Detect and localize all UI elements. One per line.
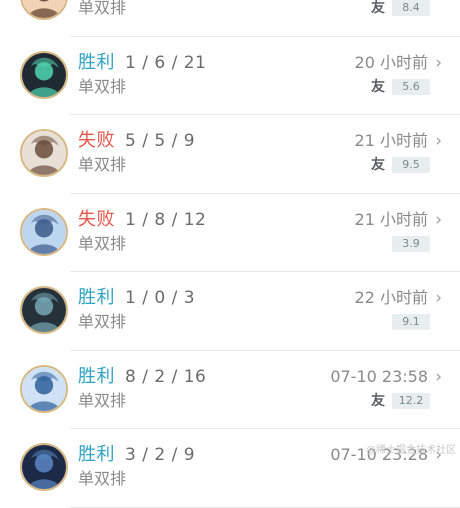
chevron-right-icon[interactable]: › [435,210,442,230]
friend-icon: 友 [371,392,385,409]
match-history-list: 单双排 › 友 8.4 胜利 1 / 6 / 21 单双排 20 小时前 › 友 5.6 失败 5 / … [0,0,460,508]
kda-text: 1 / 0 / 3 [125,288,196,308]
watermark: @稀土掘金技术社区 [366,445,456,456]
match-time: 21 小时前 [354,209,428,229]
champion-avatar-icon [20,0,68,20]
kda-text: 8 / 2 / 16 [125,366,207,387]
champion-avatar-icon [20,207,68,256]
queue-mode-label: 单双排 [78,0,127,17]
kda-text: 1 / 6 / 21 [125,52,207,73]
match-result-label: 失败 [78,130,115,151]
match-result-label: 胜利 [78,51,115,73]
match-row[interactable]: 胜利 1 / 0 / 3 单双排 22 小时前 › 9.1 [0,272,460,351]
match-time: 20 小时前 [354,52,428,72]
score-badge: 3.9 [392,235,430,252]
kda-text: 5 / 5 / 9 [125,131,196,151]
match-row[interactable]: 单双排›友8.4 [0,0,460,37]
queue-mode-label: 单双排 [78,312,127,331]
champion-avatar-icon [20,50,68,99]
champion-avatar-icon [20,364,68,413]
match-row[interactable]: 失败 1 / 8 / 12 单双排 21 小时前 › 3.9 [0,194,460,273]
score-badge: 9.1 [392,314,430,330]
chevron-right-icon[interactable]: › [435,367,442,387]
chevron-right-icon[interactable]: › [435,53,442,73]
score-badge: 5.6 [392,78,430,95]
match-time: 07-10 23:58 [330,366,428,386]
match-row[interactable]: 胜利 1 / 6 / 21 单双排 20 小时前 › 友 5.6 [0,37,460,116]
friend-icon: 友 [371,78,385,95]
match-time: 21 小时前 [354,131,428,150]
kda-text: 3 / 2 / 9 [125,445,196,465]
friend-icon: 友 [371,0,385,16]
score-badge: 9.5 [392,157,430,173]
kda-text: 1 / 8 / 12 [125,209,207,230]
queue-mode-label: 单双排 [78,233,127,253]
match-result-label: 胜利 [78,444,115,465]
match-row[interactable]: 胜利 8 / 2 / 16 单双排 07-10 23:58 › 友 12.2 [0,351,460,430]
match-result-label: 胜利 [78,365,115,387]
chevron-right-icon[interactable]: › [435,288,442,308]
champion-avatar-icon [20,129,68,177]
match-time: 22 小时前 [354,288,428,307]
match-result-label: 失败 [78,208,115,230]
queue-mode-label: 单双排 [78,469,127,488]
champion-avatar-icon [20,443,68,491]
score-badge: 12.2 [392,392,430,409]
score-badge: 8.4 [392,0,430,16]
queue-mode-label: 单双排 [78,390,127,410]
queue-mode-label: 单双排 [78,155,127,174]
friend-icon: 友 [371,157,385,173]
match-result-label: 胜利 [78,287,115,308]
match-row[interactable]: 失败 5 / 5 / 9 单双排 21 小时前 › 友 9.5 [0,115,460,194]
chevron-right-icon[interactable]: › [435,131,442,151]
champion-avatar-icon [20,286,68,334]
queue-mode-label: 单双排 [78,76,127,96]
